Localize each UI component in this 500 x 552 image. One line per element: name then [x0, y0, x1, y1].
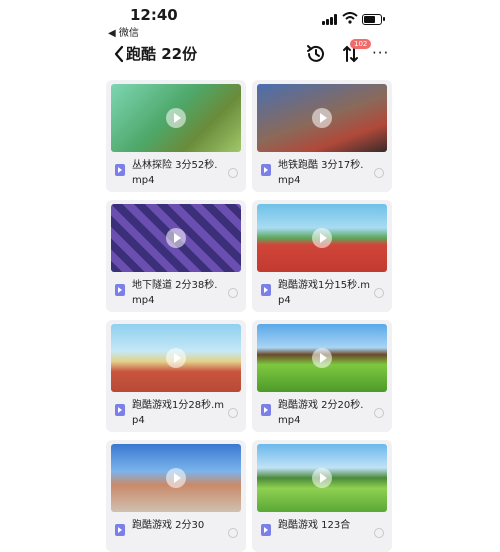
play-icon	[166, 108, 186, 128]
video-card[interactable]: 地下隧道 2分38秒.mp4	[106, 200, 246, 312]
status-time: 12:40	[130, 6, 178, 24]
play-icon	[312, 468, 332, 488]
video-filename: 地下隧道 2分38秒.mp4	[132, 280, 218, 306]
nav-bar: 跑酷 22份 102 ···	[0, 39, 500, 68]
video-filename: 跑酷游戏 2分20秒.mp4	[278, 400, 364, 426]
wifi-icon	[342, 12, 358, 24]
video-thumbnail[interactable]	[257, 444, 387, 512]
status-bar: 12:40 ◀ 微信	[0, 0, 500, 40]
play-icon	[312, 108, 332, 128]
video-card[interactable]: 跑酷游戏 123合	[252, 440, 392, 552]
select-checkbox[interactable]	[374, 408, 384, 418]
video-filename: 跑酷游戏1分15秒.mp4	[278, 280, 371, 306]
battery-icon	[362, 14, 385, 25]
video-file-icon	[115, 404, 125, 416]
select-checkbox[interactable]	[228, 168, 238, 178]
select-checkbox[interactable]	[228, 528, 238, 538]
video-filename: 跑酷游戏 123合	[278, 520, 351, 531]
video-card[interactable]: 跑酷游戏 2分20秒.mp4	[252, 320, 392, 432]
more-options-button[interactable]: ···	[372, 44, 389, 62]
video-filename: 跑酷游戏1分28秒.mp4	[132, 400, 225, 426]
video-filename: 丛林探险 3分52秒.mp4	[132, 160, 218, 186]
video-card[interactable]: 跑酷游戏 2分30	[106, 440, 246, 552]
video-card[interactable]: 地铁跑酷 3分17秒.mp4	[252, 80, 392, 192]
video-thumbnail[interactable]	[111, 324, 241, 392]
page-title: 跑酷 22份	[126, 45, 198, 63]
video-file-icon	[261, 164, 271, 176]
video-card[interactable]: 跑酷游戏1分15秒.mp4	[252, 200, 392, 312]
video-thumbnail[interactable]	[257, 84, 387, 152]
history-icon[interactable]	[305, 43, 327, 65]
video-thumbnail[interactable]	[111, 444, 241, 512]
play-icon	[166, 468, 186, 488]
sort-count-badge: 102	[350, 39, 372, 49]
video-file-icon	[261, 404, 271, 416]
video-file-icon	[115, 164, 125, 176]
video-file-icon	[261, 284, 271, 296]
video-filename: 跑酷游戏 2分30	[132, 520, 205, 531]
video-filename: 地铁跑酷 3分17秒.mp4	[278, 160, 364, 186]
select-checkbox[interactable]	[374, 528, 384, 538]
select-checkbox[interactable]	[374, 168, 384, 178]
back-to-wechat-link[interactable]: ◀ 微信	[108, 24, 139, 39]
video-thumbnail[interactable]	[257, 324, 387, 392]
play-icon	[312, 228, 332, 248]
video-file-icon	[115, 524, 125, 536]
video-file-icon	[115, 284, 125, 296]
select-checkbox[interactable]	[228, 288, 238, 298]
video-thumbnail[interactable]	[111, 84, 241, 152]
video-card[interactable]: 跑酷游戏1分28秒.mp4	[106, 320, 246, 432]
video-card[interactable]: 丛林探险 3分52秒.mp4	[106, 80, 246, 192]
video-thumbnail[interactable]	[111, 204, 241, 272]
video-thumbnail[interactable]	[257, 204, 387, 272]
play-icon	[166, 228, 186, 248]
play-icon	[166, 348, 186, 368]
select-checkbox[interactable]	[374, 288, 384, 298]
play-icon	[312, 348, 332, 368]
video-file-icon	[261, 524, 271, 536]
select-checkbox[interactable]	[228, 408, 238, 418]
cellular-signal-icon	[322, 14, 338, 25]
back-chevron-icon[interactable]	[112, 43, 126, 65]
